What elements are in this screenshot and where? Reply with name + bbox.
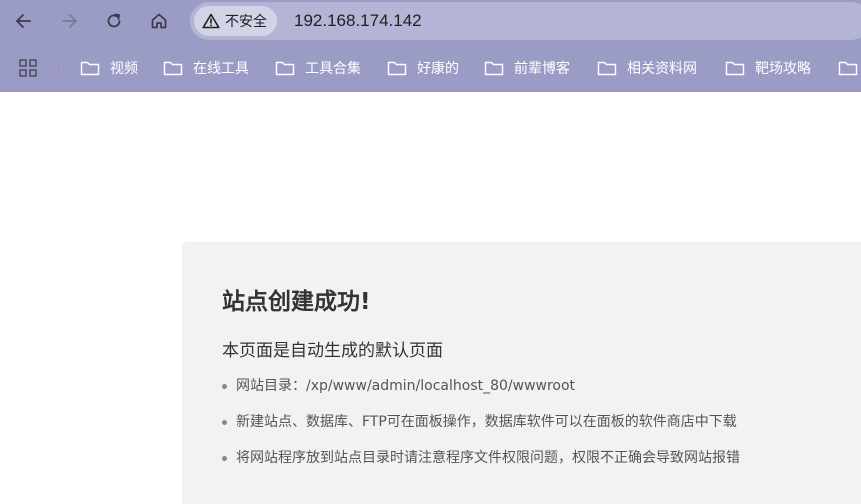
bookmark-label: 靶场攻略 <box>755 61 811 77</box>
page-title: 站点创建成功! <box>222 289 371 315</box>
bookmark-label: 视频 <box>110 61 138 77</box>
bookmark-item[interactable]: 视频 <box>80 56 138 80</box>
forward-button[interactable] <box>53 5 85 37</box>
browser-window: 不安全 192.168.174.142 视频 在线工具 工具合集 好康的 前辈博… <box>0 0 861 504</box>
list-item: 将网站程序放到站点目录时请注意程序文件权限问题，权限不正确会导致网站报错 <box>222 446 740 482</box>
folder-icon <box>484 60 504 76</box>
home-button[interactable] <box>143 5 175 37</box>
bookmark-item[interactable]: 在线工具 <box>163 56 249 80</box>
bookmark-label: 在线工具 <box>193 61 249 77</box>
bookmark-label: 相关资料网 <box>627 61 697 77</box>
bookmark-separator <box>58 59 59 77</box>
bookmark-item[interactable]: 工具合集 <box>275 56 361 80</box>
arrow-right-icon <box>62 14 77 28</box>
bookmark-item[interactable]: 相关资料网 <box>597 56 697 80</box>
bookmark-item[interactable]: 前辈博客 <box>484 56 570 80</box>
bookmark-overflow-item[interactable] <box>838 56 861 80</box>
bookmark-label: 工具合集 <box>305 61 361 77</box>
reload-icon <box>107 13 121 28</box>
warning-icon <box>202 13 220 29</box>
bookmark-bar: 视频 在线工具 工具合集 好康的 前辈博客 相关资料网 靶场攻略 <box>0 52 861 82</box>
bullet-dot <box>222 384 227 389</box>
folder-icon <box>163 60 183 76</box>
folder-icon <box>80 60 100 76</box>
reload-button[interactable] <box>98 5 130 37</box>
bookmark-label: 好康的 <box>417 61 459 77</box>
list-item-text: 新建站点、数据库、FTP可在面板操作，数据库软件可以在面板的软件商店中下载 <box>236 414 737 430</box>
security-label: 不安全 <box>225 14 267 30</box>
arrow-left-icon <box>16 14 31 28</box>
url-text[interactable]: 192.168.174.142 <box>294 11 422 31</box>
list-item-text: 网站目录：/xp/www/admin/localhost_80/wwwroot <box>236 378 576 394</box>
list-item: 网站目录：/xp/www/admin/localhost_80/wwwroot <box>222 374 740 410</box>
page-subtitle: 本页面是自动生成的默认页面 <box>222 341 443 361</box>
browser-chrome: 不安全 192.168.174.142 视频 在线工具 工具合集 好康的 前辈博… <box>0 0 861 92</box>
bookmark-label: 前辈博客 <box>514 61 570 77</box>
back-button[interactable] <box>8 5 40 37</box>
folder-icon <box>838 60 858 76</box>
address-bar[interactable]: 不安全 192.168.174.142 <box>190 2 861 40</box>
bullet-dot <box>222 456 227 461</box>
bookmark-item[interactable]: 好康的 <box>387 56 459 80</box>
bullet-dot <box>222 420 227 425</box>
apps-grid-icon[interactable] <box>18 58 38 78</box>
folder-icon <box>387 60 407 76</box>
folder-icon <box>725 60 745 76</box>
folder-icon <box>597 60 617 76</box>
folder-icon <box>275 60 295 76</box>
list-item: 新建站点、数据库、FTP可在面板操作，数据库软件可以在面板的软件商店中下载 <box>222 410 740 446</box>
info-list: 网站目录：/xp/www/admin/localhost_80/wwwroot … <box>222 374 740 482</box>
welcome-panel: 站点创建成功! 本页面是自动生成的默认页面 网站目录：/xp/www/admin… <box>182 242 861 504</box>
security-chip[interactable]: 不安全 <box>194 6 277 36</box>
bookmark-item[interactable]: 靶场攻略 <box>725 56 811 80</box>
list-item-text: 将网站程序放到站点目录时请注意程序文件权限问题，权限不正确会导致网站报错 <box>236 450 740 466</box>
home-icon <box>151 13 167 29</box>
